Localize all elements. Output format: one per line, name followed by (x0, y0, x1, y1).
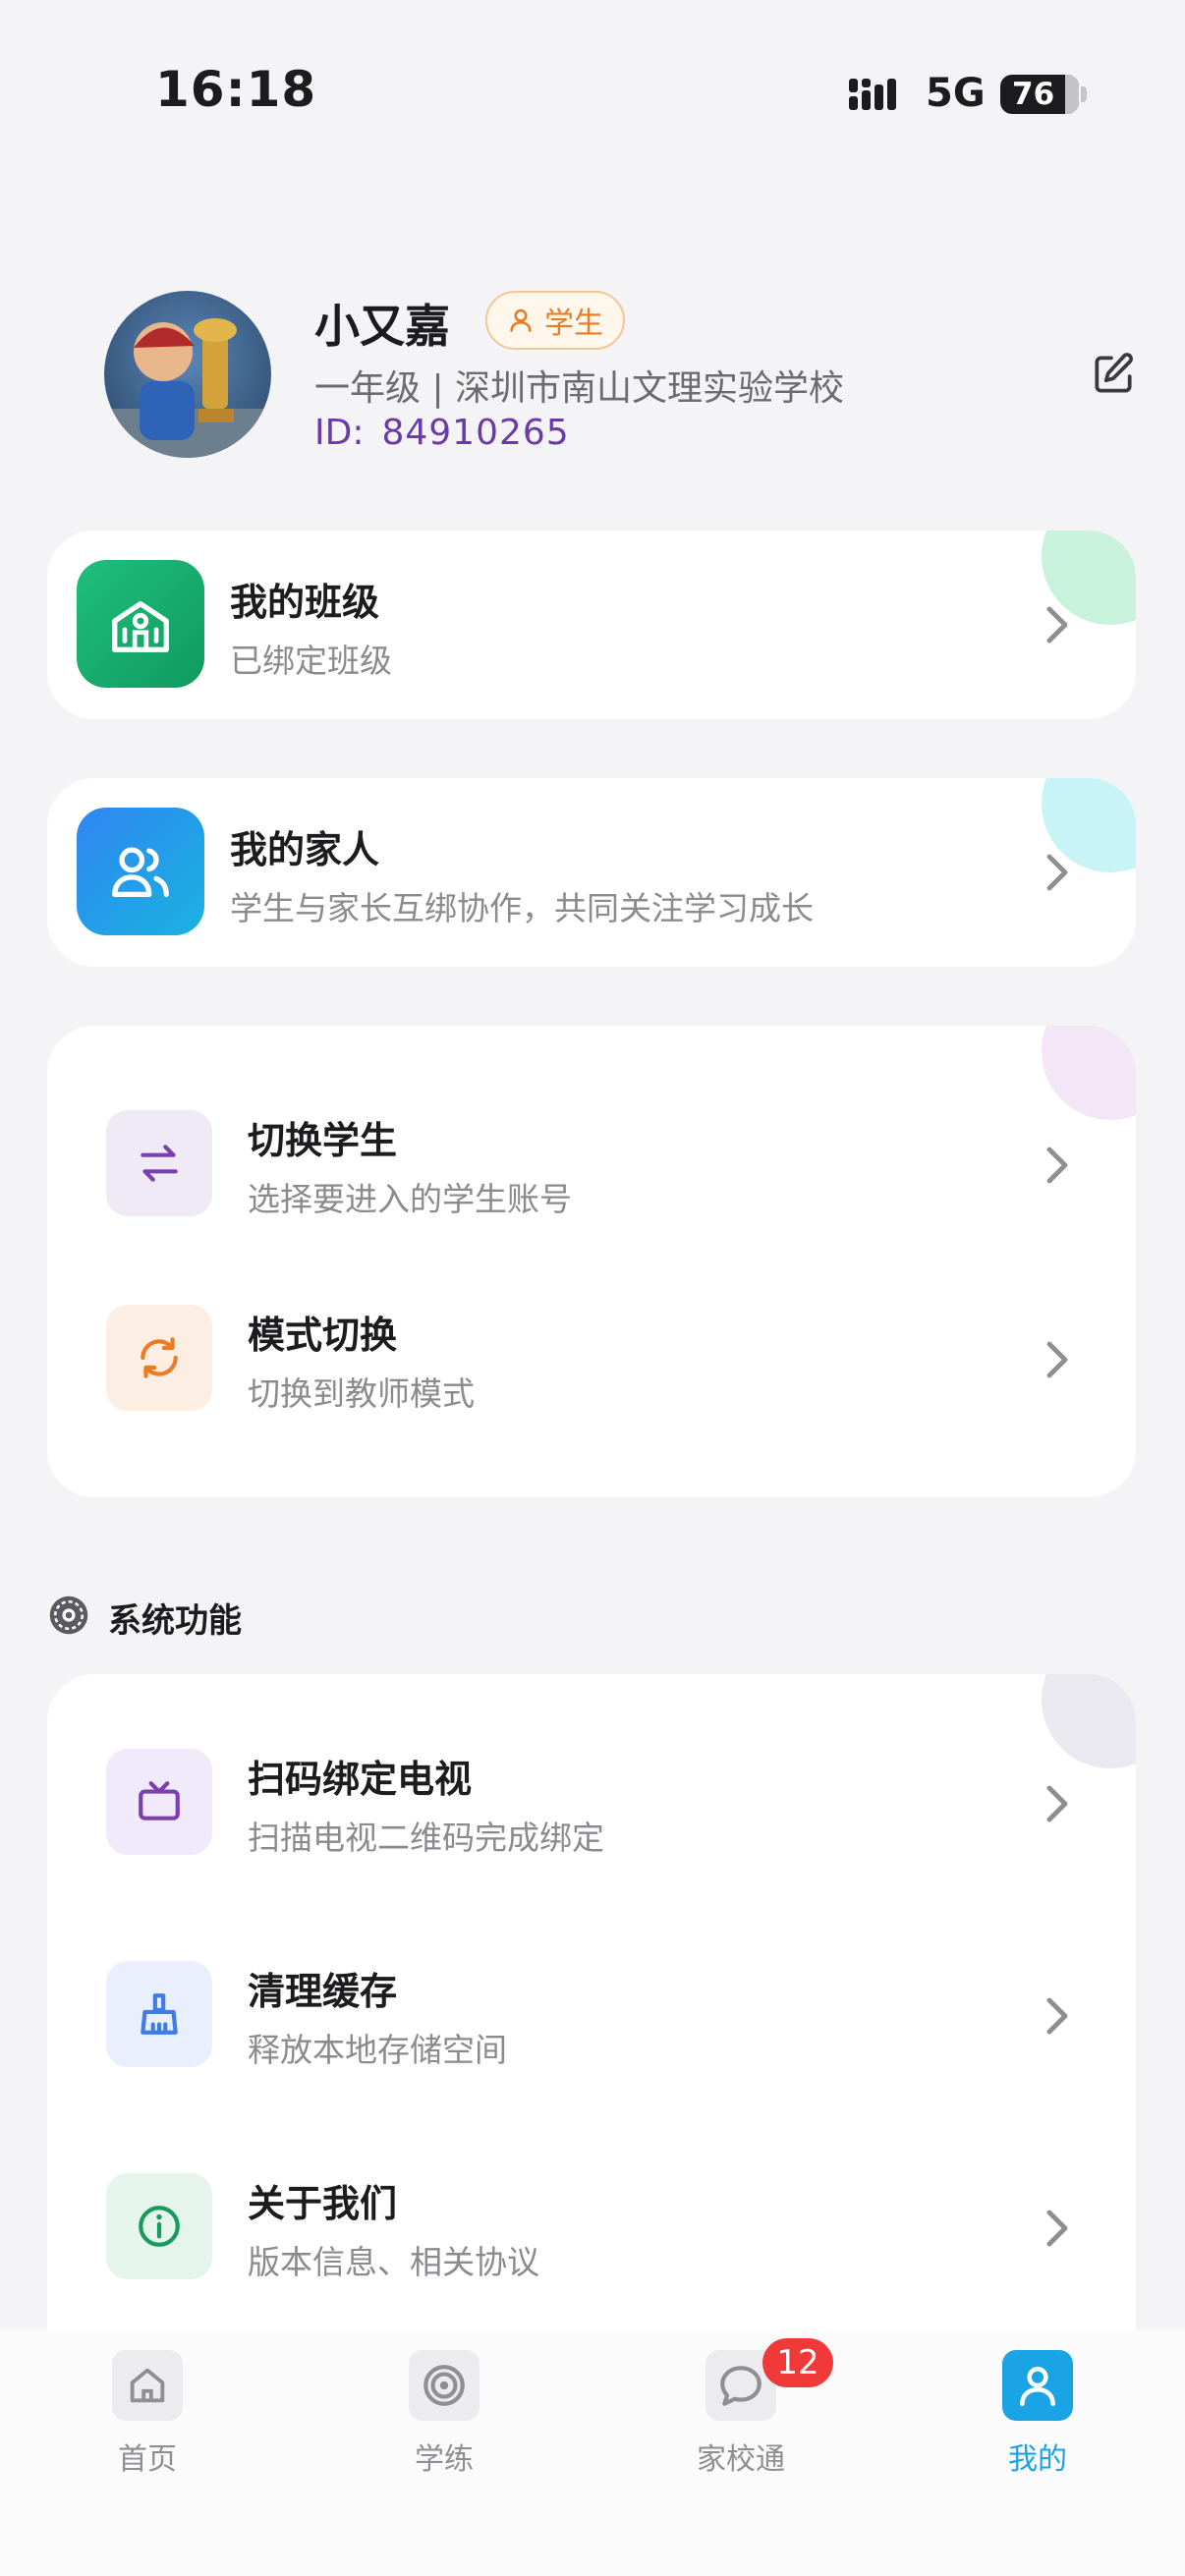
my-family-subtitle: 学生与家长互绑协作，共同关注学习成长 (230, 889, 814, 927)
my-family-title: 我的家人 (230, 828, 380, 871)
home-icon (112, 2350, 183, 2421)
battery-indicator: 76 (1000, 75, 1079, 114)
tab-label: 学练 (415, 2442, 474, 2477)
battery-cap (1081, 86, 1087, 102)
my-class-card[interactable]: 我的班级 已绑定班级 (47, 531, 1136, 719)
chevron-right-icon (1046, 1997, 1068, 2035)
avatar[interactable] (104, 291, 271, 458)
tab-practice[interactable]: 学练 (346, 2350, 542, 2478)
user-id-value: 84910265 (381, 413, 570, 453)
network-type: 5G (926, 71, 986, 116)
school-building-icon (77, 560, 204, 688)
mode-switch-row[interactable]: 模式切换 切换到教师模式 (47, 1279, 1136, 1456)
tv-icon (106, 1749, 212, 1855)
my-family-card[interactable]: 我的家人 学生与家长互绑协作，共同关注学习成长 (47, 778, 1136, 967)
broom-icon (106, 1961, 212, 2067)
about-us-subtitle: 版本信息、相关协议 (248, 2243, 539, 2281)
refresh-icon (106, 1305, 212, 1411)
chevron-right-icon (1046, 1147, 1068, 1184)
chevron-right-icon (1046, 1341, 1068, 1378)
clear-cache-title: 清理缓存 (248, 1970, 398, 2013)
unread-badge: 12 (762, 2338, 833, 2387)
switch-student-title: 切换学生 (248, 1119, 398, 1162)
tab-label: 家校通 (697, 2442, 785, 2477)
status-time: 16:18 (155, 61, 317, 118)
chevron-right-icon (1046, 2210, 1068, 2247)
my-class-subtitle: 已绑定班级 (230, 642, 392, 680)
scan-bind-tv-row[interactable]: 扫码绑定电视 扫描电视二维码完成绑定 (47, 1739, 1136, 1916)
battery-level: 76 (1012, 77, 1055, 112)
account-card: 切换学生 选择要进入的学生账号 模式切换 切换到教师模式 (47, 1026, 1136, 1497)
scan-bind-tv-title: 扫码绑定电视 (248, 1758, 473, 1801)
chevron-right-icon (1046, 1785, 1068, 1822)
edit-profile-icon[interactable] (1089, 350, 1138, 399)
switch-student-subtitle: 选择要进入的学生账号 (248, 1180, 572, 1218)
mode-switch-title: 模式切换 (248, 1314, 398, 1357)
about-us-title: 关于我们 (248, 2182, 398, 2225)
user-icon (1002, 2350, 1073, 2421)
about-us-row[interactable]: 关于我们 版本信息、相关协议 (47, 2163, 1136, 2340)
tab-label: 首页 (118, 2442, 177, 2477)
switch-arrows-icon (106, 1110, 212, 1216)
user-name: 小又嘉 (314, 300, 450, 353)
person-icon (510, 308, 532, 332)
role-label: 学生 (544, 307, 603, 341)
school-info: 一年级 | 深圳市南山文理实验学校 (314, 368, 845, 409)
tab-label: 我的 (1008, 2442, 1067, 2477)
clear-cache-row[interactable]: 清理缓存 释放本地存储空间 (47, 1951, 1136, 2128)
scan-bind-tv-subtitle: 扫描电视二维码完成绑定 (248, 1819, 604, 1857)
tab-home[interactable]: 首页 (49, 2350, 246, 2478)
clear-cache-subtitle: 释放本地存储空间 (248, 2031, 507, 2069)
tab-mine[interactable]: 我的 (939, 2350, 1136, 2478)
chevron-right-icon (1046, 606, 1068, 644)
family-icon (77, 808, 204, 935)
my-class-title: 我的班级 (230, 581, 380, 624)
target-icon (409, 2350, 480, 2421)
chevron-right-icon (1046, 854, 1068, 891)
info-icon (106, 2173, 212, 2279)
switch-student-row[interactable]: 切换学生 选择要进入的学生账号 (47, 1085, 1136, 1261)
role-badge: 学生 (485, 291, 625, 350)
signal-icon (849, 79, 896, 110)
gear-icon (49, 1596, 88, 1635)
mode-switch-subtitle: 切换到教师模式 (248, 1374, 475, 1413)
user-id-label: ID: (314, 413, 365, 453)
section-title: 系统功能 (108, 1601, 242, 1641)
system-card: 扫码绑定电视 扫描电视二维码完成绑定 清理缓存 释放本地存储空间 关于我们 版本… (47, 1674, 1136, 2381)
user-id: ID: 84910265 (314, 413, 570, 453)
